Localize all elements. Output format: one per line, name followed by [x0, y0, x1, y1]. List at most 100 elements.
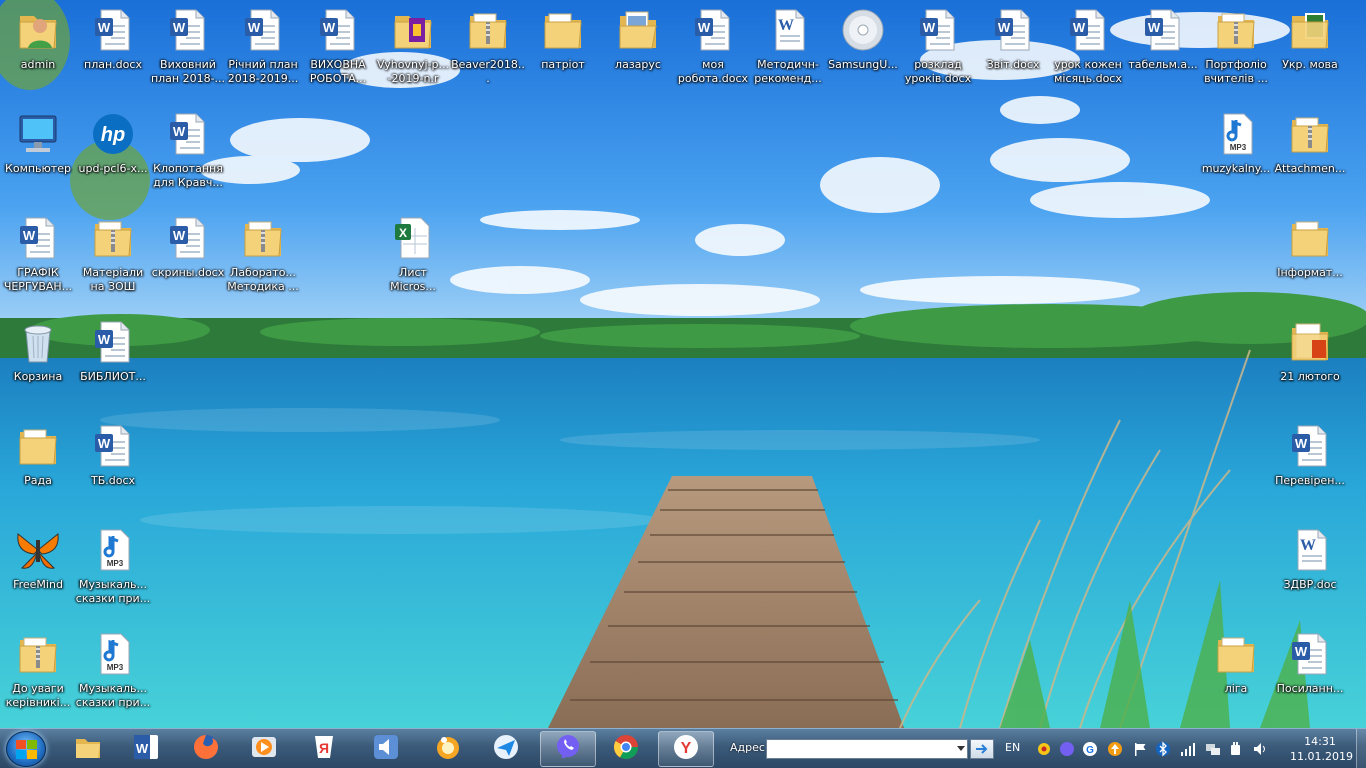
desktop-icon-vykhovna[interactable]: W ВИХОВНА РОБОТА...	[300, 0, 376, 96]
taskbar-app-yandex[interactable]: Y	[658, 731, 714, 767]
mp3-icon: MP3	[1212, 110, 1260, 158]
desktop-icon-zdvr[interactable]: W ЗДВР.doc	[1272, 520, 1348, 616]
address-go-button[interactable]	[970, 739, 994, 759]
viber-tray-icon[interactable]	[1059, 741, 1075, 757]
power-icon[interactable]	[1228, 741, 1244, 757]
desktop-icon-plan[interactable]: Wплан.docx	[75, 0, 151, 96]
desktop-icon-label: Beaver2018...	[451, 58, 525, 85]
desktop-icon-urok[interactable]: Wурок кожен місяць.docx	[1050, 0, 1126, 96]
svg-text:W: W	[1295, 644, 1308, 659]
word-icon: W	[1286, 630, 1334, 678]
word-icon: W	[914, 6, 962, 54]
svg-text:W: W	[778, 17, 794, 34]
rar-icon	[389, 6, 437, 54]
word-icon: W	[314, 6, 362, 54]
svg-text:W: W	[923, 20, 936, 35]
zip-folder-icon	[14, 630, 62, 678]
signal-icon[interactable]	[1180, 741, 1196, 757]
desktop-icon-patriot[interactable]: патріот	[525, 0, 601, 96]
desktop-icon-informat[interactable]: Інформат...	[1272, 208, 1348, 304]
desktop-icon-label: Корзина	[13, 370, 63, 383]
bluetooth-icon[interactable]	[1155, 741, 1171, 757]
send-app-icon	[491, 732, 521, 766]
desktop-icon-richnyi[interactable]: W Річний план 2018-2019...	[225, 0, 301, 96]
desktop-icon-computer[interactable]: Компьютер	[0, 104, 76, 200]
cd-icon	[839, 6, 887, 54]
desktop-icon-muzykal2[interactable]: MP3 Музыкаль... сказки при...	[75, 624, 151, 720]
desktop-icon-label: розклад уроків.docx	[904, 58, 972, 85]
desktop-icon-lyst[interactable]: X Лист Micros...	[375, 208, 451, 304]
desktop-icon-attachments[interactable]: Attachmen...	[1272, 104, 1348, 200]
taskbar-app-send[interactable]	[478, 731, 534, 767]
taskbar-app-speaker[interactable]	[358, 731, 414, 767]
desktop-icon-rozklad[interactable]: Wрозклад уроків.docx	[900, 0, 976, 96]
desktop-icon-korzyna[interactable]: Корзина	[0, 312, 76, 408]
taskbar-app-viber[interactable]	[540, 731, 596, 767]
taskbar-app-explorer[interactable]	[60, 731, 116, 767]
svg-text:Я: Я	[319, 740, 329, 756]
desktop-icon-bibliot[interactable]: W БИБЛИОТ...	[75, 312, 151, 408]
desktop-icon-moya[interactable]: Wмоя робота.docx	[675, 0, 751, 96]
desktop-icon-materialy[interactable]: Матеріали на ЗОШ	[75, 208, 151, 304]
desktop-icon-samsung[interactable]: SamsungU...	[825, 0, 901, 96]
update-icon[interactable]	[1107, 741, 1123, 757]
desktop-icon-admin[interactable]: admin	[0, 0, 76, 96]
desktop-icon-douvagy[interactable]: До уваги керівникі...	[0, 624, 76, 720]
desktop-icon-portfolio[interactable]: Портфоліо вчителів ...	[1198, 0, 1274, 96]
desktop-icon-label: Музыкаль... сказки при...	[75, 578, 151, 605]
desktop-icon-perevir[interactable]: W Перевірен...	[1272, 416, 1348, 512]
word-icon: W	[89, 422, 137, 470]
taskbar-app-firefox[interactable]	[178, 731, 234, 767]
word-doc-icon: W	[764, 6, 812, 54]
flag-icon[interactable]	[1132, 741, 1148, 757]
desktop-icon-vyhovnyj[interactable]: Vyhovnyj-p... -2019-n.r	[375, 0, 451, 96]
desktop-icon-muzykalny[interactable]: MP3 muzykalny...	[1198, 104, 1274, 200]
desktop-icon-skryny[interactable]: Wскрины.docx	[150, 208, 226, 304]
desktop-icon-tabel[interactable]: Wтабельм.а...	[1125, 0, 1201, 96]
desktop-icon-klopotannia[interactable]: W Клопотання для Кравч...	[150, 104, 226, 200]
start-button[interactable]	[6, 731, 46, 767]
desktop-icon-liga[interactable]: ліга	[1198, 624, 1274, 720]
desktop-icon-upd[interactable]: hp upd-pcl6-x...	[75, 104, 151, 200]
desktop-icon-vykhovnyi[interactable]: W Виховний план 2018-...	[150, 0, 226, 96]
zip-folder-icon	[1286, 110, 1334, 158]
desktop-icon-muzykal1[interactable]: MP3 Музыкаль... сказки при...	[75, 520, 151, 616]
desktop-icon-beaver[interactable]: Beaver2018...	[450, 0, 526, 96]
desktop-icon-freemind[interactable]: FreeMind	[0, 520, 76, 616]
desktop-icon-label: ВИХОВНА РОБОТА...	[309, 58, 367, 85]
desktop-icon-label: план.docx	[84, 58, 142, 71]
word-icon: W	[689, 6, 737, 54]
volume-icon[interactable]	[1252, 741, 1268, 757]
clock-time: 14:31	[1304, 735, 1336, 748]
svg-text:MP3: MP3	[1230, 143, 1247, 152]
desktop-icon-rada[interactable]: Рада	[0, 416, 76, 512]
show-desktop-button[interactable]	[1356, 729, 1366, 768]
chevron-down-icon[interactable]	[957, 746, 965, 751]
g-icon[interactable]: G	[1082, 741, 1098, 757]
desktop-icon-metodychni[interactable]: W Методичн- рекоменд...	[750, 0, 826, 96]
taskbar-app-word[interactable]: W	[118, 731, 174, 767]
taskbar-app-chrome[interactable]	[598, 731, 654, 767]
desktop-icon-grafik[interactable]: W ГРАФІК ЧЕРГУВАН...	[0, 208, 76, 304]
taskbar-app-orange[interactable]	[420, 731, 476, 767]
taskbar-app-yandex-browser[interactable]: Я	[296, 731, 352, 767]
zip-folder-icon	[89, 214, 137, 262]
svg-text:W: W	[98, 332, 111, 347]
flower-icon[interactable]	[1036, 741, 1052, 757]
go-arrow-icon	[976, 744, 988, 754]
desktop-icon-lazarus[interactable]: лазарус	[600, 0, 676, 96]
desktop-icon-tb[interactable]: W ТБ.docx	[75, 416, 151, 512]
desktop-icon-posylann[interactable]: W Посиланн...	[1272, 624, 1348, 720]
clock[interactable]: 14:31 11.01.2019	[1290, 734, 1353, 764]
desktop-icon-zvit[interactable]: W Звіт.docx	[975, 0, 1051, 96]
desktop-icon-lyutoho[interactable]: 21 лютого	[1272, 312, 1348, 408]
taskbar-app-media[interactable]	[236, 731, 292, 767]
desktop-icon-label: ліга	[1224, 682, 1248, 695]
desktop-icon-ukr[interactable]: Укр. мова	[1272, 0, 1348, 96]
word-icon: W	[164, 6, 212, 54]
language-indicator[interactable]: EN	[1005, 741, 1020, 754]
network-icon[interactable]	[1205, 741, 1221, 757]
desktop-icon-label: ГРАФІК ЧЕРГУВАН...	[3, 266, 73, 293]
address-input[interactable]	[766, 739, 968, 759]
desktop-icon-laboratoria[interactable]: Лаборато... Методика ...	[225, 208, 301, 304]
